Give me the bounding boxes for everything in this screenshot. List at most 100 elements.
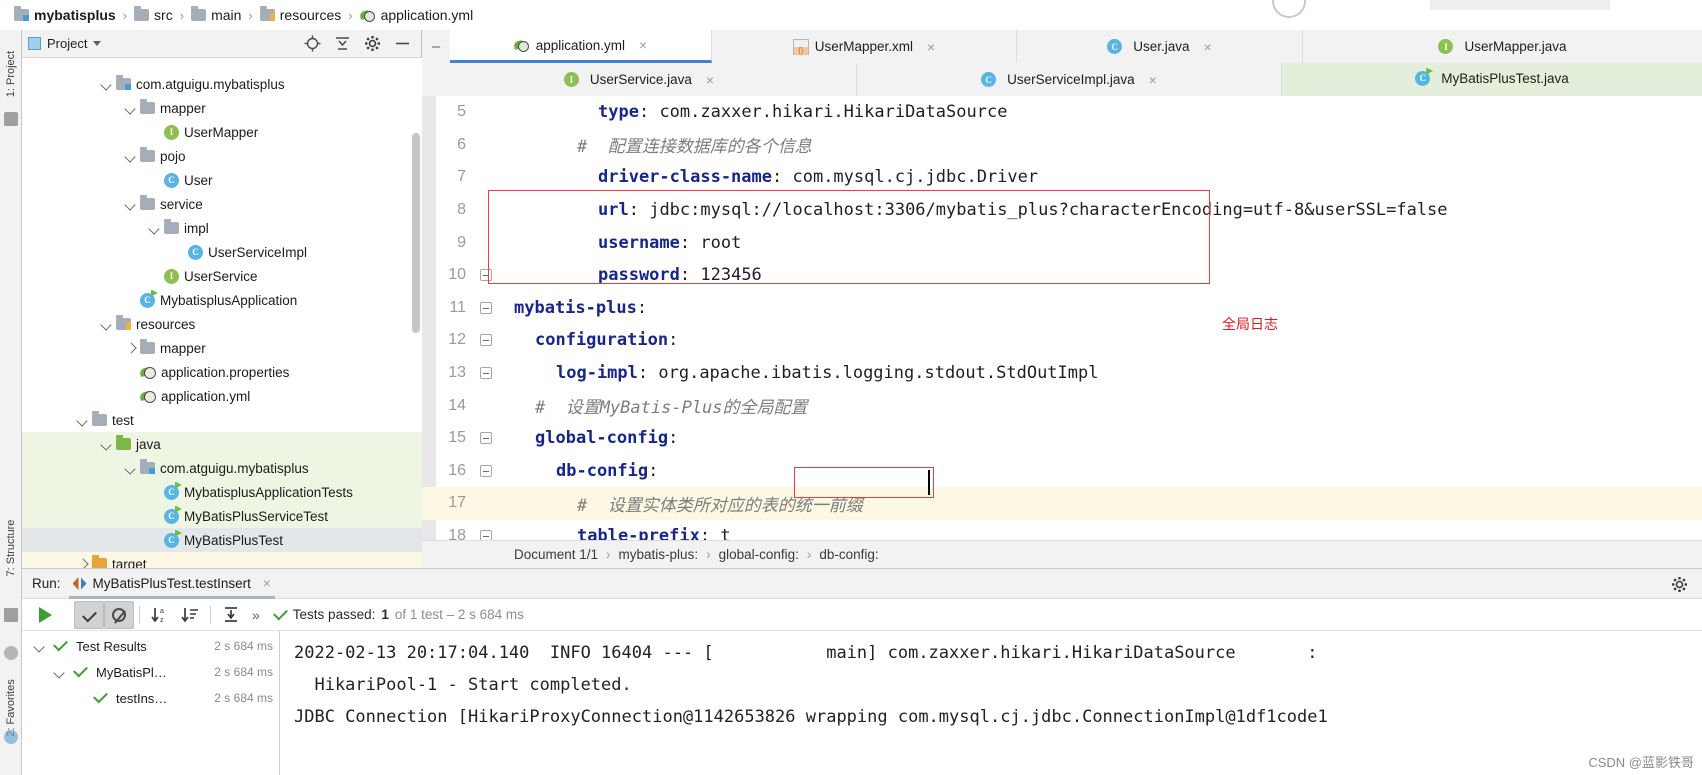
tab-application-yml[interactable]: application.yml × <box>450 30 712 63</box>
code-line[interactable]: 15 global-config: <box>422 422 1702 455</box>
chevron-down-icon[interactable] <box>100 437 114 451</box>
tree-node[interactable]: C UserServiceImpl <box>22 240 422 264</box>
locate-icon[interactable] <box>304 35 321 52</box>
tab-usermapper-xml[interactable]: UserMapper.xml × <box>712 30 1017 63</box>
tree-node[interactable]: mapper <box>22 96 422 120</box>
chevron-right-icon[interactable] <box>76 557 90 568</box>
chevron-down-icon[interactable] <box>124 197 138 211</box>
tree-node[interactable]: mapper <box>22 336 422 360</box>
run-console-output[interactable]: 2022-02-13 20:17:04.140 INFO 16404 --- [… <box>280 631 1702 775</box>
tree-node[interactable]: C User <box>22 168 422 192</box>
close-icon[interactable]: × <box>263 576 271 591</box>
code-line[interactable]: 10 password: 123456 <box>422 259 1702 292</box>
grid-rail-icon[interactable] <box>4 608 18 622</box>
gear-icon[interactable] <box>1671 576 1688 593</box>
tab-mybatisplustest-java[interactable]: C MyBatisPlusTest.java <box>1282 63 1702 96</box>
fold-marker-icon[interactable] <box>480 334 492 347</box>
fold-marker-icon[interactable] <box>480 432 492 445</box>
chevron-down-icon[interactable] <box>76 413 90 427</box>
code-line[interactable]: 17 # 设置实体类所对应的表的统一前缀 <box>422 487 1702 520</box>
breadcrumb-item-main[interactable]: main <box>191 6 241 23</box>
chevron-down-icon[interactable] <box>93 41 102 46</box>
debug-rail-icon[interactable] <box>4 646 18 660</box>
tree-node[interactable]: impl <box>22 216 422 240</box>
tree-node[interactable]: application.yml <box>22 384 422 408</box>
show-ignored-icon[interactable] <box>104 600 134 629</box>
code-line[interactable]: 8 url: jdbc:mysql://localhost:3306/mybati… <box>422 194 1702 227</box>
code-line[interactable]: 7 driver-class-name: com.mysql.cj.jdbc.Dr… <box>422 161 1702 194</box>
rail-item-project[interactable]: 1: Project <box>5 41 17 107</box>
hide-panel-icon[interactable] <box>394 35 411 52</box>
rail-item-structure[interactable]: 7: Structure <box>5 515 17 581</box>
close-icon[interactable]: × <box>639 37 647 53</box>
structure-rail-icon[interactable] <box>4 112 18 126</box>
tree-node[interactable]: java <box>22 432 422 456</box>
code-line[interactable]: 9 username: root <box>422 226 1702 259</box>
yaml-crumb-db-config[interactable]: db-config: <box>819 547 878 562</box>
yaml-crumb-global-config[interactable]: global-config: <box>719 547 799 562</box>
close-icon[interactable]: × <box>1149 72 1157 88</box>
run-configuration-tab[interactable]: MyBatisPlusTest.testInsert × <box>68 569 275 599</box>
tree-node[interactable]: com.atguigu.mybatisplus <box>22 72 422 96</box>
test-tree-row[interactable]: Test Results 2 s 684 ms <box>22 633 279 659</box>
code-line[interactable]: 5 type: com.zaxxer.hikari.HikariDataSourc… <box>422 96 1702 129</box>
breadcrumb-item-resources[interactable]: resources <box>259 6 341 23</box>
favorites-rail-icon[interactable] <box>4 730 18 744</box>
breadcrumb-item-module[interactable]: mybatisplus <box>14 6 116 23</box>
code-line[interactable]: 18 table-prefix: t_ <box>422 520 1702 540</box>
tree-node[interactable]: service <box>22 192 422 216</box>
fold-marker-icon[interactable] <box>480 464 492 477</box>
chevron-down-icon[interactable] <box>53 665 67 679</box>
tab-usermapper-java[interactable]: I UserMapper.java <box>1303 30 1702 63</box>
chevron-down-icon[interactable] <box>100 317 114 331</box>
fold-marker-icon[interactable] <box>480 301 492 320</box>
chevron-down-icon[interactable] <box>33 639 47 653</box>
tree-node[interactable]: I UserService <box>22 264 422 288</box>
close-icon[interactable]: × <box>706 72 714 88</box>
code-line[interactable]: 14 # 设置MyBatis-Plus的全局配置 <box>422 389 1702 422</box>
close-icon[interactable]: × <box>927 39 935 55</box>
test-results-tree[interactable]: Test Results 2 s 684 ms MyBatisPl… 2 s 684 … <box>22 631 280 775</box>
sort-alphabetically-icon[interactable]: az <box>145 601 175 629</box>
show-passed-icon[interactable] <box>74 600 104 629</box>
code-line[interactable]: 11 mybatis-plus: <box>422 292 1702 325</box>
code-line[interactable]: 12 configuration: <box>422 324 1702 357</box>
more-icon[interactable]: » <box>252 607 260 623</box>
chevron-right-icon[interactable] <box>124 341 138 355</box>
tree-node[interactable]: C MyBatisPlusServiceTest <box>22 504 422 528</box>
fold-marker-icon[interactable] <box>480 530 492 540</box>
sort-by-duration-icon[interactable] <box>175 601 205 629</box>
project-tree[interactable]: com.atguigu.mybatisplus mapper I UserMapper… <box>22 58 422 568</box>
tree-node[interactable]: C MybatisplusApplicationTests <box>22 480 422 504</box>
tree-node[interactable]: I UserMapper <box>22 120 422 144</box>
rerun-icon[interactable] <box>30 601 60 629</box>
tree-node[interactable]: resources <box>22 312 422 336</box>
close-icon[interactable]: × <box>1204 39 1212 55</box>
tab-userserviceimpl-java[interactable]: C UserServiceImpl.java × <box>857 63 1282 96</box>
chevron-down-icon[interactable] <box>124 149 138 163</box>
fold-marker-icon[interactable] <box>480 269 492 282</box>
tree-node[interactable]: target <box>22 552 422 568</box>
tree-node[interactable]: application.properties <box>22 360 422 384</box>
chevron-down-icon[interactable] <box>100 77 114 91</box>
tree-node[interactable]: C MybatisplusApplication <box>22 288 422 312</box>
yaml-crumb-mybatis-plus[interactable]: mybatis-plus: <box>619 547 699 562</box>
code-line[interactable]: 6 # 配置连接数据库的各个信息 <box>422 129 1702 162</box>
tree-node[interactable]: test <box>22 408 422 432</box>
project-tree-scrollbar[interactable] <box>412 133 420 333</box>
tab-user-java[interactable]: C User.java × <box>1017 30 1303 63</box>
fold-marker-icon[interactable] <box>480 367 492 380</box>
hide-editor-icon[interactable]: – <box>422 30 450 63</box>
expand-collapse-icon[interactable] <box>216 601 246 629</box>
test-tree-row[interactable]: testIns… 2 s 684 ms <box>22 685 279 711</box>
chevron-down-icon[interactable] <box>124 101 138 115</box>
tree-node[interactable]: C MyBatisPlusTest <box>22 528 422 552</box>
breadcrumb-item-file[interactable]: application.yml <box>360 7 473 23</box>
chevron-down-icon[interactable] <box>124 461 138 475</box>
tab-userservice-java[interactable]: I UserService.java × <box>422 63 857 96</box>
code-line[interactable]: 13 log-impl: org.apache.ibatis.logging.st… <box>422 357 1702 390</box>
code-editor[interactable]: 5 type: com.zaxxer.hikari.HikariDataSourc… <box>422 96 1702 540</box>
code-line[interactable]: 16 db-config: <box>422 455 1702 488</box>
tree-node[interactable]: com.atguigu.mybatisplus <box>22 456 422 480</box>
tree-node[interactable]: pojo <box>22 144 422 168</box>
